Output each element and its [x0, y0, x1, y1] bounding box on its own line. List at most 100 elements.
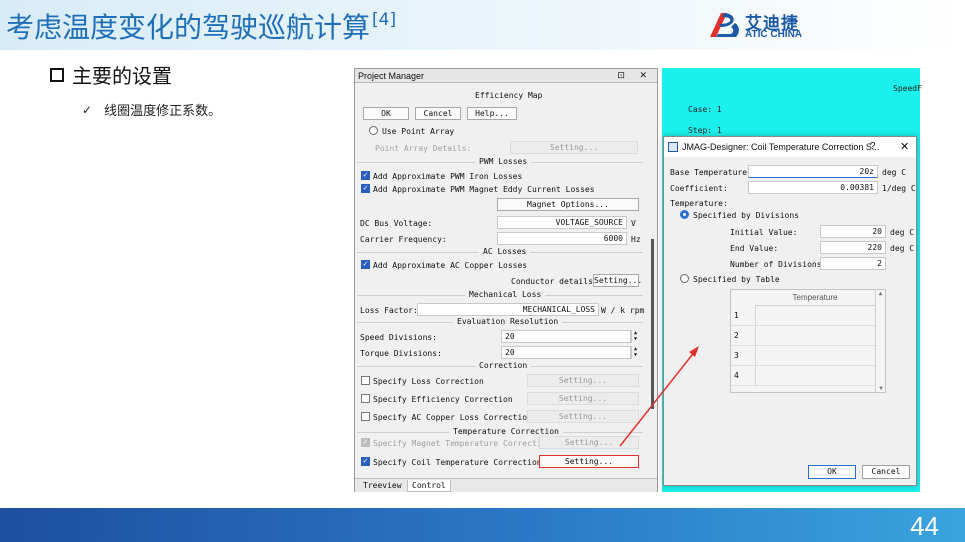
- magnet-temp-correction-label: Specify Magnet Temperature Correction: [373, 439, 552, 448]
- base-temperature-field[interactable]: 20z: [748, 165, 878, 178]
- dialog-title: JMAG-Designer: Coil Temperature Correcti…: [682, 142, 880, 152]
- efficiency-map-label: Efficiency Map: [475, 91, 543, 100]
- carrier-frequency-label: Carrier Frequency:: [360, 235, 447, 244]
- loss-factor-label: Loss Factor:: [360, 306, 418, 315]
- dialog-cancel-button[interactable]: Cancel: [862, 465, 910, 479]
- evaluation-resolution-heading: Evaluation Resolution: [453, 317, 563, 326]
- table-row[interactable]: 4: [731, 366, 875, 386]
- ac-copper-checkbox[interactable]: [361, 259, 370, 269]
- tab-control[interactable]: Control: [407, 480, 451, 492]
- case-label: Case: 1: [688, 105, 722, 114]
- magnet-temp-setting-button[interactable]: Setting...: [539, 436, 639, 449]
- dialog-ok-button[interactable]: OK: [808, 465, 856, 479]
- dc-bus-voltage-field[interactable]: VOLTAGE_SOURCE: [497, 216, 627, 229]
- slide-footer: [0, 508, 965, 542]
- carrier-frequency-field[interactable]: 6000: [497, 232, 627, 245]
- table-cell[interactable]: [755, 366, 875, 386]
- dc-bus-voltage-unit: V: [631, 219, 636, 228]
- project-manager-titlebar: Project Manager ⊡ ✕: [355, 69, 657, 83]
- correction-section: Correction: [357, 361, 643, 370]
- mechanical-loss-heading: Mechanical Loss: [465, 290, 546, 299]
- number-of-divisions-label: Number of Divisions:: [730, 260, 827, 269]
- panel-tab-bar: Treeview Control: [355, 478, 657, 492]
- project-manager-panel: Project Manager ⊡ ✕ Efficiency Map OK Ca…: [354, 68, 658, 492]
- loss-factor-field[interactable]: MECHANICAL_LOSS: [417, 303, 599, 316]
- table-scrollbar[interactable]: ▲ ▼: [875, 290, 885, 392]
- scroll-up-icon[interactable]: ▲: [876, 290, 885, 297]
- torque-divisions-spinner[interactable]: ▲ ▼: [631, 346, 639, 359]
- scroll-down-icon[interactable]: ▼: [876, 385, 886, 392]
- ac-copper-correction-checkbox[interactable]: [361, 412, 370, 421]
- panel-window-controls[interactable]: ⊡ ✕: [617, 70, 653, 81]
- table-cell[interactable]: [755, 306, 875, 326]
- specified-by-divisions-radio[interactable]: [680, 210, 689, 219]
- point-array-setting-button[interactable]: Setting...: [510, 141, 638, 154]
- efficiency-correction-checkbox[interactable]: [361, 394, 370, 403]
- table-row[interactable]: 3: [731, 346, 875, 366]
- table-cell[interactable]: [755, 326, 875, 346]
- correction-heading: Correction: [475, 361, 532, 370]
- table-cell[interactable]: [755, 346, 875, 366]
- loss-correction-checkbox[interactable]: [361, 376, 370, 385]
- temperature-label: Temperature:: [670, 199, 728, 208]
- row-number: 4: [734, 371, 739, 380]
- cancel-button[interactable]: Cancel: [415, 107, 461, 120]
- end-value-label: End Value:: [730, 244, 779, 253]
- conductor-setting-button[interactable]: Setting...: [593, 274, 642, 287]
- efficiency-correction-setting-button[interactable]: Setting...: [527, 392, 639, 405]
- ok-button[interactable]: OK: [363, 107, 409, 120]
- page-number: 44: [910, 511, 939, 541]
- specified-by-table-label: Specified by Table: [693, 275, 780, 284]
- coil-temperature-dialog: JMAG-Designer: Coil Temperature Correcti…: [663, 136, 917, 486]
- dc-bus-voltage-label: DC Bus Voltage:: [360, 219, 433, 228]
- loss-correction-label: Specify Loss Correction: [373, 377, 484, 386]
- help-icon[interactable]: ?: [870, 141, 876, 152]
- base-temperature-label: Base Temperature:: [670, 168, 752, 177]
- ac-copper-correction-setting-button[interactable]: Setting...: [527, 410, 639, 423]
- table-row[interactable]: 1: [731, 306, 875, 326]
- point-array-details-label: Point Array Details:: [375, 144, 472, 153]
- jmag-app-icon: [668, 142, 678, 152]
- close-icon[interactable]: ✕: [900, 140, 909, 153]
- pwm-eddy-checkbox[interactable]: [361, 183, 370, 193]
- speed-divisions-field[interactable]: 20: [501, 330, 631, 343]
- specified-by-table-radio[interactable]: [680, 274, 689, 283]
- ac-copper-label: Add Approximate AC Copper Losses: [373, 261, 528, 270]
- torque-divisions-label: Torque Divisions:: [360, 349, 442, 358]
- magnet-options-button[interactable]: Magnet Options...: [497, 198, 639, 211]
- help-button[interactable]: Help...: [467, 107, 517, 120]
- speed-label: SpeedF: [893, 84, 922, 93]
- coil-temp-correction-checkbox[interactable]: [361, 456, 370, 466]
- row-number: 1: [734, 311, 739, 320]
- torque-divisions-field[interactable]: 20: [501, 346, 631, 359]
- initial-value-unit: deg C: [890, 228, 915, 237]
- use-point-array-radio[interactable]: [369, 126, 378, 135]
- evaluation-resolution-section: Evaluation Resolution: [357, 317, 643, 326]
- magnet-temp-correction-checkbox[interactable]: [361, 437, 370, 447]
- logo-mark-icon: [710, 13, 739, 37]
- panel-scrollbar[interactable]: [651, 239, 654, 409]
- pwm-iron-label: Add Approximate PWM Iron Losses: [373, 172, 523, 181]
- coefficient-unit: 1/deg C: [882, 184, 916, 193]
- temperature-column-header: Temperature: [755, 290, 875, 306]
- table-row[interactable]: 2: [731, 326, 875, 346]
- speed-divisions-spinner[interactable]: ▲ ▼: [631, 330, 639, 343]
- end-value-field[interactable]: 220: [820, 241, 886, 254]
- coefficient-label: Coefficient:: [670, 184, 728, 193]
- coil-temp-setting-button[interactable]: Setting...: [539, 455, 639, 468]
- slide-title: 考虑温度变化的驾驶巡航计算 [4]: [6, 6, 396, 46]
- carrier-frequency-unit: Hz: [631, 235, 641, 244]
- pwm-losses-heading: PWM Losses: [475, 157, 532, 166]
- loss-correction-setting-button[interactable]: Setting...: [527, 374, 639, 387]
- number-of-divisions-field[interactable]: 2: [820, 257, 886, 270]
- coefficient-field[interactable]: 0.00381: [748, 181, 878, 194]
- heading-text: 主要的设置: [72, 64, 172, 88]
- conductor-details-label: Conductor details:: [511, 277, 598, 286]
- tab-treeview[interactable]: Treeview: [359, 480, 406, 491]
- mechanical-loss-section: Mechanical Loss: [357, 290, 643, 299]
- pwm-iron-checkbox[interactable]: [361, 170, 370, 180]
- initial-value-label: Initial Value:: [730, 228, 798, 237]
- initial-value-field[interactable]: 20: [820, 225, 886, 238]
- sub-bullet: ✓ 线圈温度修正系数。: [82, 100, 221, 120]
- heading-bullet: 主要的设置: [50, 60, 172, 89]
